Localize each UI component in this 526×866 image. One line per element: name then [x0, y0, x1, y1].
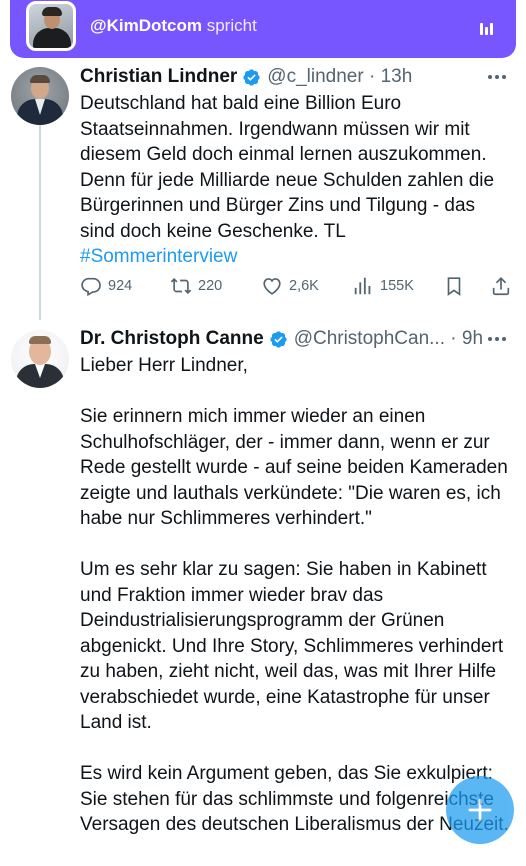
tweet-action-bar: 924 220 2,6K 155K — [80, 275, 516, 301]
share-icon — [492, 277, 510, 296]
repost-button[interactable]: 220 — [170, 275, 222, 297]
tweet-header: Christian Lindner @c_lindner · 13h — [80, 66, 412, 88]
spaces-banner[interactable]: @KimDotcom spricht — [10, 0, 516, 58]
handle[interactable]: @ChristophCan... — [294, 328, 445, 349]
repost-count: 220 — [198, 278, 223, 294]
tweet-meta: @c_lindner · 13h — [267, 66, 412, 88]
tweet-header: Dr. Christoph Canne @ChristophCan... · 9… — [80, 328, 483, 350]
display-name[interactable]: Christian Lindner — [80, 66, 237, 88]
tweet-text-line: Staatseinnahmen. Irgendwann müssen wir m… — [80, 118, 470, 140]
timestamp[interactable]: 13h — [381, 66, 413, 87]
display-name[interactable]: Dr. Christoph Canne — [80, 328, 264, 350]
tweet-text-line: Deutschland hat bald eine Billion Euro — [80, 93, 402, 114]
plus-icon — [468, 798, 492, 822]
repost-icon — [170, 277, 192, 295]
space-status: spricht — [206, 16, 257, 35]
tweet-text-line: sind doch keine Geschenke. TL — [80, 220, 346, 242]
reply-count: 924 — [108, 278, 133, 294]
views-chart-icon — [354, 277, 371, 295]
verified-badge-icon — [270, 330, 287, 348]
separator: · — [450, 328, 457, 349]
avatar[interactable] — [11, 330, 69, 388]
view-count: 155K — [380, 278, 414, 294]
bookmark-icon — [447, 277, 461, 296]
separator: · — [368, 66, 376, 87]
timestamp[interactable]: 9h — [462, 328, 483, 349]
verified-badge-icon — [243, 68, 260, 86]
tweet-text-line: diesem Geld doch einmal lernen auszukomm… — [80, 144, 487, 165]
more-options-icon[interactable] — [488, 336, 508, 342]
tweet-text: Lieber Herr Lindner, Sie erinnern mich i… — [80, 353, 516, 838]
more-options-icon[interactable] — [488, 74, 508, 80]
tweet-text: Deutschland hat bald eine Billion Euro S… — [80, 91, 516, 270]
audio-bars-icon — [480, 21, 494, 35]
views-button[interactable]: 155K — [352, 275, 414, 297]
avatar[interactable] — [11, 67, 69, 125]
tweet-text-line: Denn für jede Milliarde neue Schulden za… — [80, 169, 495, 191]
handle[interactable]: @c_lindner — [267, 66, 363, 87]
tweet-text-line: Bürgerinnen und Bürger Zins und Tilgung … — [80, 195, 476, 216]
thread-connector — [39, 125, 41, 320]
reply-icon — [81, 277, 101, 297]
hashtag-link[interactable]: #Sommerinterview — [80, 244, 516, 270]
like-button[interactable]: 2,6K — [261, 275, 319, 297]
host-handle: @KimDotcom — [90, 16, 202, 35]
host-avatar — [26, 1, 76, 51]
share-button[interactable] — [490, 275, 512, 297]
bookmark-button[interactable] — [443, 275, 465, 297]
tweet-paragraph: Sie erinnern mich immer wieder an einen … — [80, 406, 508, 529]
heart-icon — [263, 278, 281, 295]
compose-button[interactable] — [446, 776, 514, 844]
tweet-paragraph: Lieber Herr Lindner, — [80, 355, 248, 376]
spaces-banner-text: @KimDotcom spricht — [90, 16, 257, 36]
tweet-meta: @ChristophCan... · 9h — [294, 328, 483, 350]
like-count: 2,6K — [289, 278, 319, 294]
reply-button[interactable]: 924 — [80, 275, 132, 297]
tweet-paragraph: Um es sehr klar zu sagen: Sie haben in K… — [80, 559, 504, 733]
